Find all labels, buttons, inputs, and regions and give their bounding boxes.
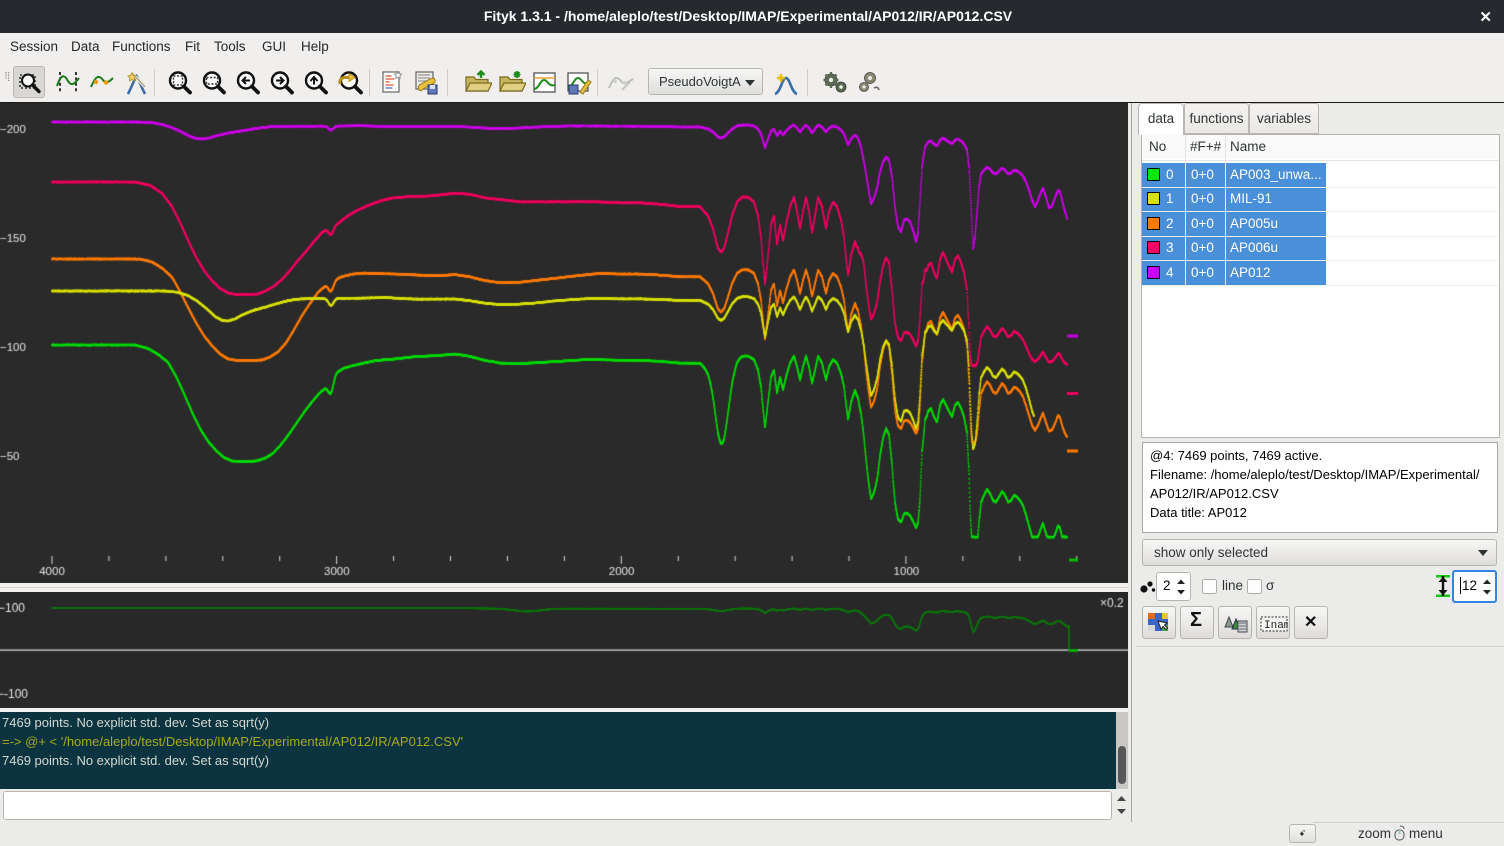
- svg-text:Inam: Inam: [1264, 620, 1288, 632]
